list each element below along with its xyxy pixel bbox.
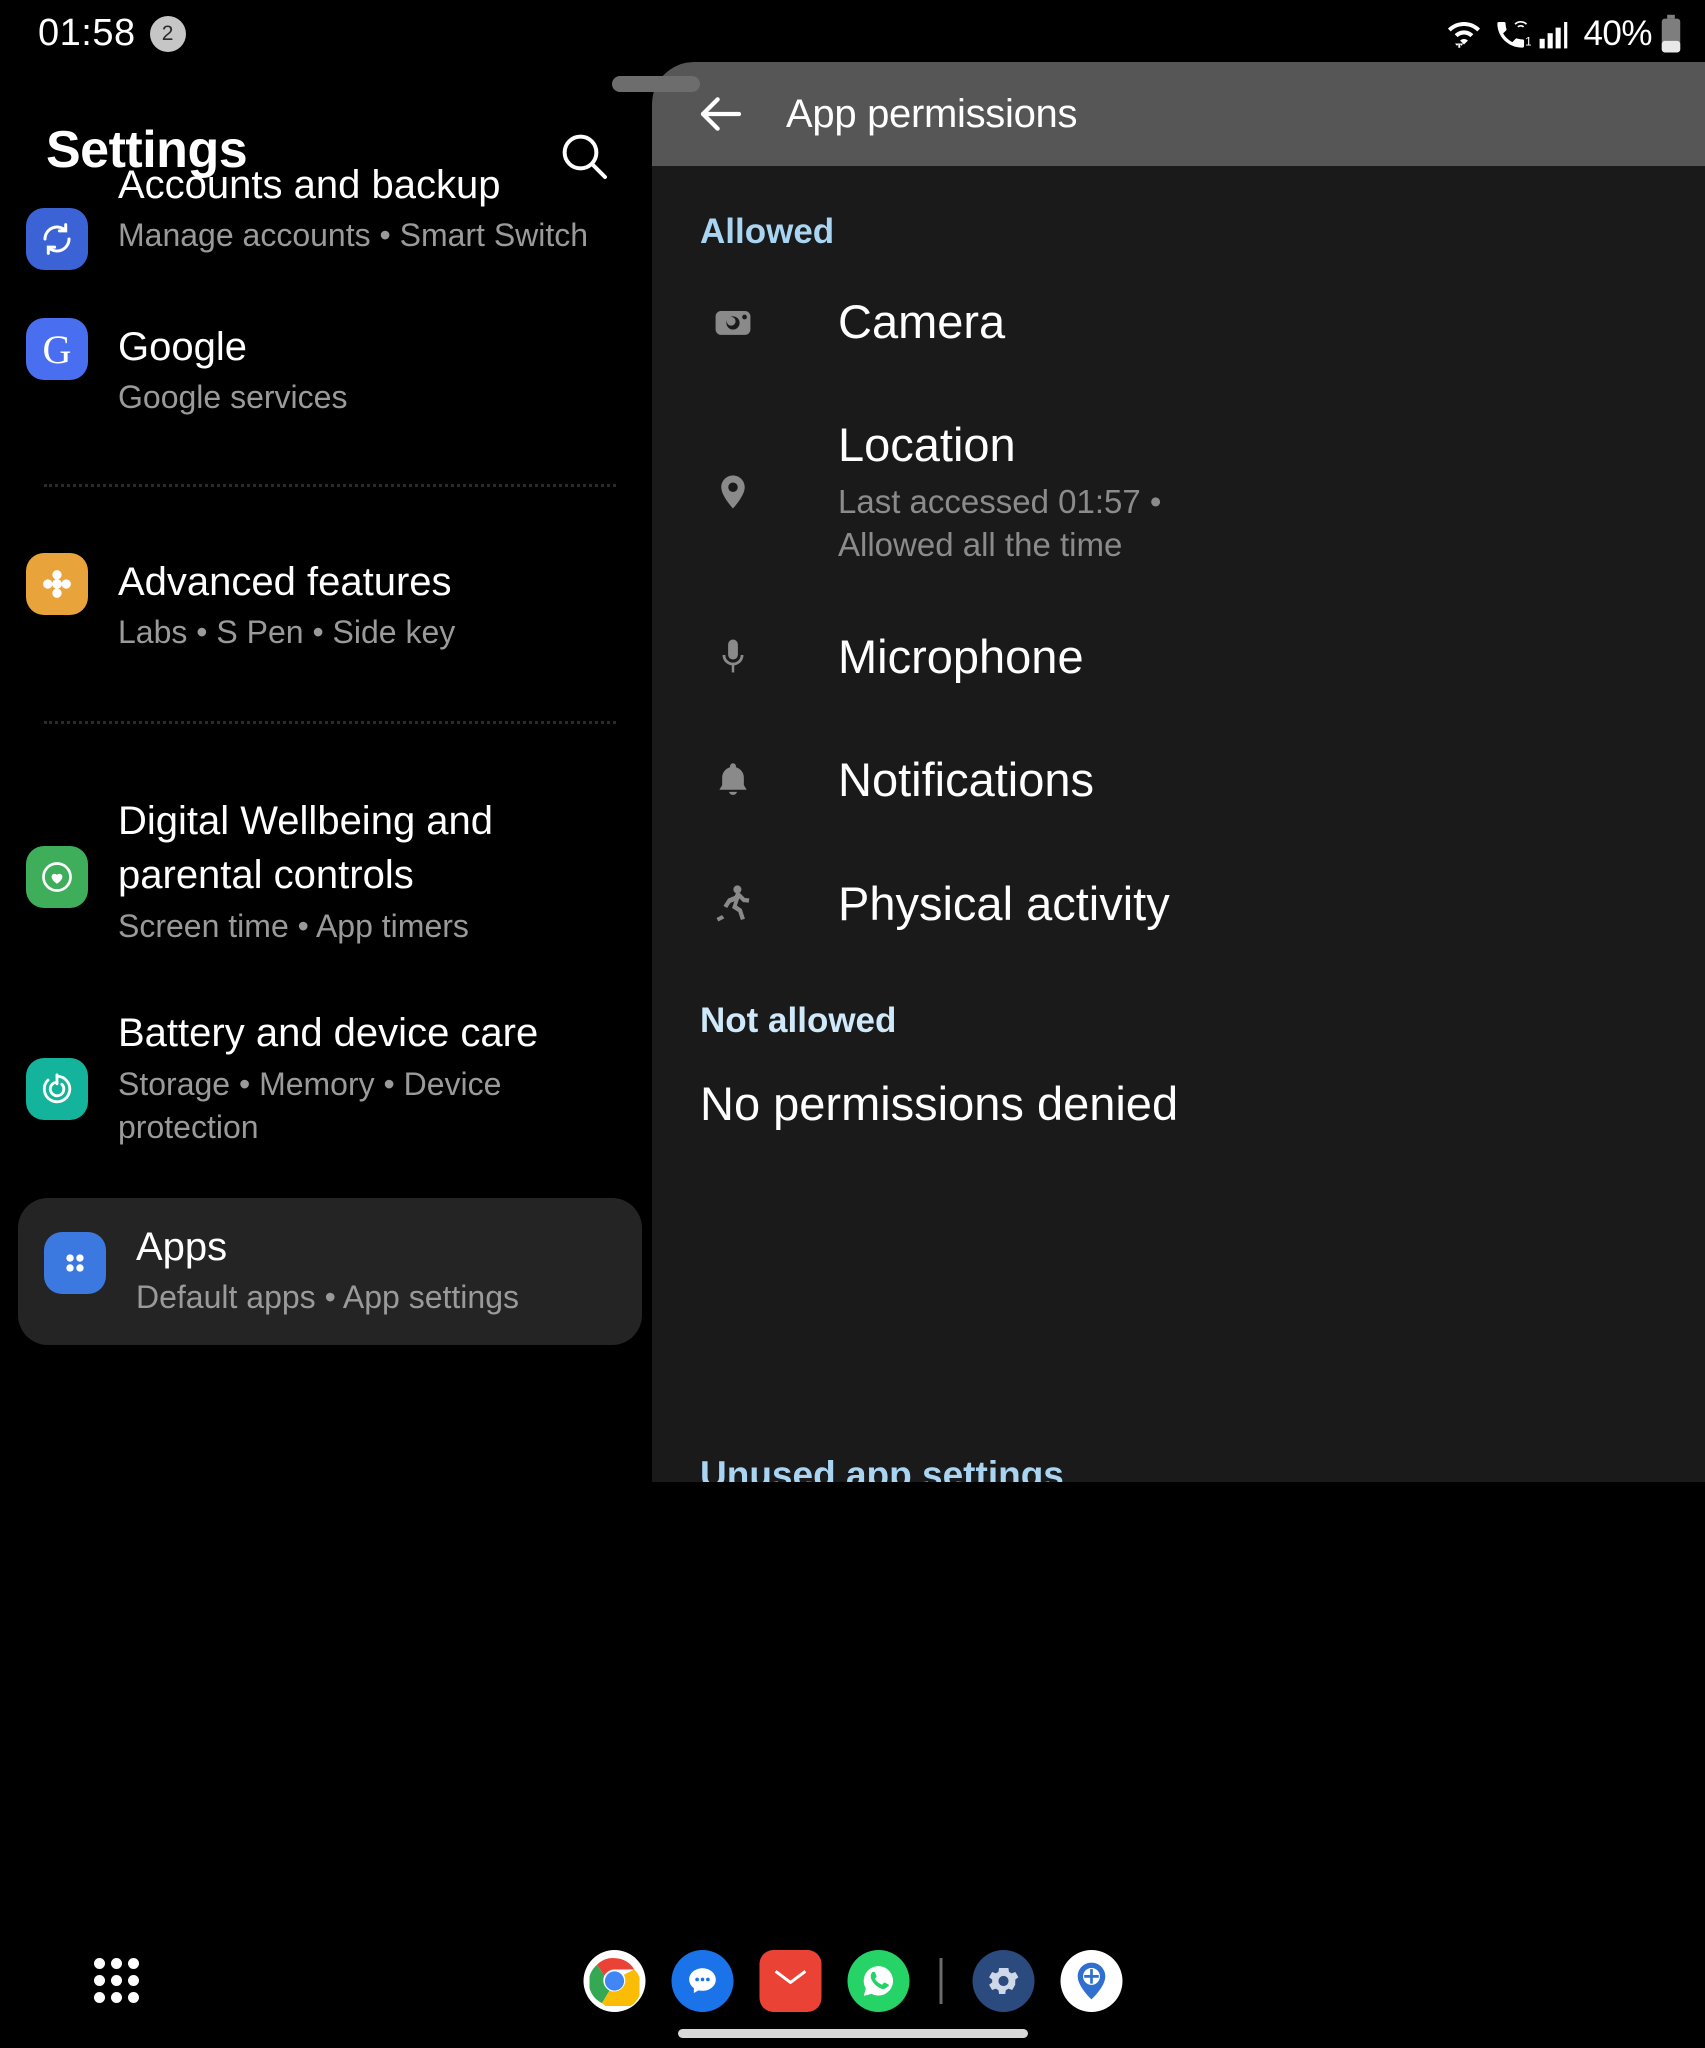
sidebar-item-subtitle: Manage accounts • Smart Switch xyxy=(118,217,589,254)
sidebar-item-battery-and-device-care[interactable]: Battery and device care Storage • Memory… xyxy=(0,1004,660,1149)
permission-text: Notifications xyxy=(766,752,1657,807)
sidebar-item-text: Advanced features Labs • S Pen • Side ke… xyxy=(118,553,630,655)
status-bar-left: 01:58 2 xyxy=(38,12,186,55)
sidebar-item-subtitle: Google services xyxy=(118,379,348,416)
permission-row-notifications[interactable]: Notifications xyxy=(652,752,1705,807)
back-arrow-icon[interactable] xyxy=(694,87,748,141)
whatsapp-icon[interactable] xyxy=(847,1950,909,2012)
sidebar-item-google[interactable]: G Google Google services xyxy=(0,318,660,420)
permission-row-microphone[interactable]: Microphone xyxy=(652,629,1705,684)
clock: 01:58 xyxy=(38,12,136,54)
permission-row-physical-activity[interactable]: Physical activity xyxy=(652,876,1705,931)
gmail-icon[interactable] xyxy=(759,1950,821,2012)
gear-icon[interactable] xyxy=(972,1950,1034,2012)
google-g-icon: G xyxy=(26,318,88,380)
sidebar-item-text: Apps Default apps • App settings xyxy=(136,1218,612,1320)
dock-divider xyxy=(939,1958,942,2004)
microphone-icon xyxy=(700,635,766,677)
home-gesture-bar[interactable] xyxy=(677,2029,1028,2038)
settings-list: Accounts and backup Manage accounts • Sm… xyxy=(0,163,660,1346)
wifi-data-icon xyxy=(1444,16,1484,52)
permission-row-location[interactable]: Location Last accessed 01:57 • Allowed a… xyxy=(652,417,1705,566)
app-drawer-icon[interactable] xyxy=(90,1954,142,2006)
svg-text:1: 1 xyxy=(1526,34,1532,48)
battery-percent-label: 40% xyxy=(1583,14,1652,53)
vowifi-call-icon: 1 xyxy=(1491,16,1531,52)
apps-grid-icon xyxy=(44,1231,106,1294)
sidebar-item-advanced-features[interactable]: Advanced features Labs • S Pen • Side ke… xyxy=(0,552,660,655)
notification-count-badge: 2 xyxy=(149,15,186,52)
popup-title: App permissions xyxy=(786,91,1078,136)
sidebar-item-label: Battery and device care xyxy=(118,1011,539,1056)
app-permissions-window: App permissions Allowed Camera Location … xyxy=(652,62,1705,1482)
permission-text: Camera xyxy=(766,294,1657,349)
permission-label: Physical activity xyxy=(838,876,1170,930)
sidebar-item-label: Accounts and backup xyxy=(118,163,501,207)
permission-text: Microphone xyxy=(766,629,1657,684)
signal-bars-icon xyxy=(1538,17,1570,51)
sidebar-item-label: Google xyxy=(118,325,247,369)
sidebar-item-apps[interactable]: Apps Default apps • App settings xyxy=(18,1197,642,1346)
wellbeing-icon xyxy=(26,845,88,908)
sidebar-item-subtitle: Storage • Memory • Device protection xyxy=(118,1065,502,1146)
sidebar-item-label: Digital Wellbeing and parental controls xyxy=(118,798,494,898)
sidebar-item-label: Advanced features xyxy=(118,559,452,604)
sidebar-item-text: Accounts and backup Manage accounts • Sm… xyxy=(118,156,630,258)
device-care-icon xyxy=(26,1058,88,1121)
chrome-icon[interactable] xyxy=(583,1950,645,2012)
more-vertical-icon[interactable] xyxy=(1623,92,1667,136)
settings-pane: Settings Accounts and backup Manage acco… xyxy=(0,72,660,1472)
popup-title-bar: App permissions xyxy=(652,62,1705,166)
sidebar-item-subtitle: Default apps • App settings xyxy=(136,1278,519,1315)
sidebar-item-digital-wellbeing[interactable]: Digital Wellbeing and parental controls … xyxy=(0,792,660,948)
bell-icon xyxy=(700,759,766,801)
permission-text: Location Last accessed 01:57 • Allowed a… xyxy=(766,417,1657,566)
puzzle-icon xyxy=(26,552,88,615)
sidebar-item-text: Battery and device care Storage • Memory… xyxy=(118,1004,630,1149)
permission-text: Physical activity xyxy=(766,876,1657,931)
sidebar-item-subtitle: Labs • S Pen • Side key xyxy=(118,614,456,651)
status-bar-right: 1 40% xyxy=(1444,14,1683,54)
permission-label: Camera xyxy=(838,295,1006,348)
sidebar-item-text: Google Google services xyxy=(118,318,630,420)
maps-pin-icon[interactable] xyxy=(1060,1950,1122,2012)
sidebar-item-subtitle: Screen time • App timers xyxy=(118,907,469,944)
phone-screen: 01:58 2 1 xyxy=(0,0,1705,2048)
section-header-not-allowed: Not allowed xyxy=(700,1001,897,1041)
permission-subtitle: Last accessed 01:57 • Allowed all the ti… xyxy=(838,482,1162,563)
section-header-allowed: Allowed xyxy=(700,212,835,251)
running-person-icon xyxy=(700,881,766,925)
dock-items xyxy=(583,1950,1122,2012)
battery-icon xyxy=(1659,14,1683,54)
messages-icon[interactable] xyxy=(671,1950,733,2012)
permission-label: Microphone xyxy=(838,629,1084,683)
window-drag-handle[interactable] xyxy=(612,76,700,92)
permission-label: Notifications xyxy=(838,753,1094,807)
camera-icon xyxy=(700,300,766,344)
sidebar-item-accounts-and-backup[interactable]: Accounts and backup Manage accounts • Sm… xyxy=(0,156,660,270)
dock xyxy=(0,1938,1705,2048)
permission-label: Location xyxy=(838,418,1016,472)
location-pin-icon xyxy=(700,471,766,513)
permission-row-camera[interactable]: Camera xyxy=(652,294,1705,349)
sync-icon xyxy=(26,208,88,270)
permissions-list: Allowed Camera Location Last accessed 01… xyxy=(652,166,1705,1482)
no-permissions-denied-text: No permissions denied xyxy=(700,1077,1179,1131)
sidebar-item-label: Apps xyxy=(136,1224,228,1269)
sidebar-item-text: Digital Wellbeing and parental controls … xyxy=(118,792,630,948)
unused-app-settings-label[interactable]: Unused app settings xyxy=(652,1454,1064,1482)
